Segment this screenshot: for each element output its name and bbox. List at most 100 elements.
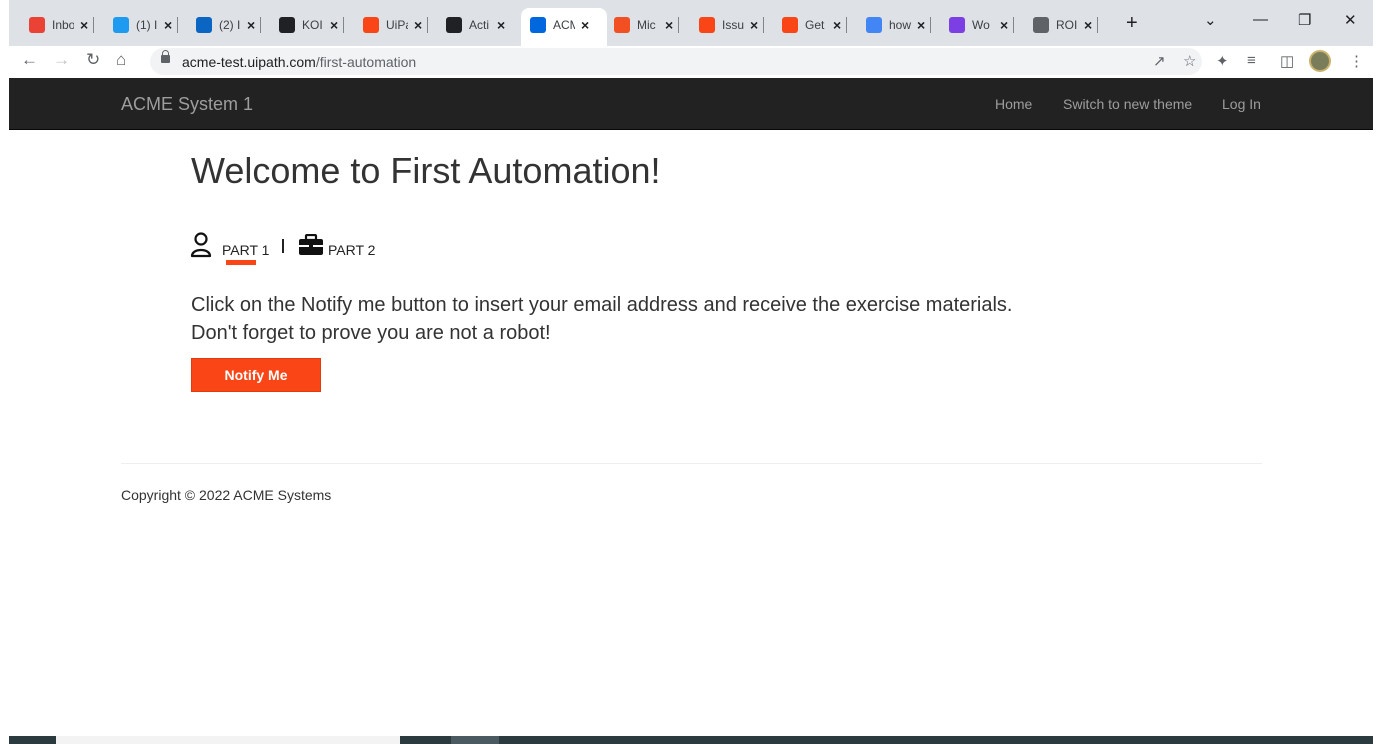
close-tab-icon[interactable]: × xyxy=(414,17,422,33)
side-panel-icon[interactable]: ◫ xyxy=(1280,52,1294,70)
close-tab-icon[interactable]: × xyxy=(330,17,338,33)
close-tab-icon[interactable]: × xyxy=(497,17,505,33)
browser-tab-title: UiPa xyxy=(386,18,408,32)
browser-tab[interactable]: (1) I × xyxy=(113,13,179,37)
browser-tab[interactable]: UiPa × xyxy=(363,13,429,37)
tab-separator xyxy=(1097,17,1099,33)
browser-tab-title: Wo xyxy=(972,18,990,32)
windows-icon xyxy=(949,17,965,33)
linkedin-icon xyxy=(196,17,212,33)
browser-tab[interactable]: how × xyxy=(866,13,932,37)
browser-tab[interactable]: Inbo × xyxy=(29,13,95,37)
reading-list-icon[interactable]: ≡ xyxy=(1247,52,1256,69)
instructions-line-1: Click on the Notify me button to insert … xyxy=(191,294,1013,316)
close-tab-icon[interactable]: × xyxy=(1000,17,1008,33)
tab-separator xyxy=(177,17,179,33)
browser-tab[interactable]: Get × xyxy=(782,13,848,37)
browser-tab[interactable]: (2) I × xyxy=(196,13,262,37)
nav-switch-theme-link[interactable]: Switch to new theme xyxy=(1063,96,1192,112)
lock-icon[interactable] xyxy=(161,50,170,63)
close-tab-icon[interactable]: × xyxy=(917,17,925,33)
taskbar-search-box[interactable] xyxy=(56,736,400,744)
tab-separator xyxy=(846,17,848,33)
browser-tab-title: Mic xyxy=(637,18,656,32)
address-bar[interactable]: acme-test.uipath.com/first-automation ↗ … xyxy=(150,48,1202,75)
forward-arrow-icon[interactable]: → xyxy=(53,50,70,70)
os-taskbar xyxy=(9,736,1373,744)
gmail-icon xyxy=(29,17,45,33)
home-icon[interactable]: ⌂ xyxy=(116,50,126,70)
profile-avatar[interactable] xyxy=(1309,50,1331,72)
browser-tab-title: how xyxy=(889,18,911,32)
site-brand[interactable]: ACME System 1 xyxy=(121,94,253,115)
close-tab-icon[interactable]: × xyxy=(750,17,758,33)
browser-tab[interactable]: ROI × xyxy=(1033,13,1099,37)
briefcase-icon[interactable] xyxy=(298,234,324,256)
minimize-button[interactable]: — xyxy=(1253,11,1268,28)
close-tab-icon[interactable]: × xyxy=(665,17,673,33)
close-tab-icon[interactable]: × xyxy=(1084,17,1092,33)
browser-tab-strip: Inbo×(1) I×(2) I×KOI×UiPa×Acti×ACM×Mic×I… xyxy=(9,0,1373,46)
browser-tab-title: Acti xyxy=(469,18,490,32)
bookmark-star-icon[interactable]: ☆ xyxy=(1183,52,1196,70)
instructions-line-2: Don't forget to prove you are not a robo… xyxy=(191,322,551,344)
browser-tab[interactable]: KOI × xyxy=(279,13,345,37)
browser-tab-title: (1) I xyxy=(136,18,158,32)
page-title: Welcome to First Automation! xyxy=(191,150,661,191)
instructions: Click on the Notify me button to insert … xyxy=(191,291,1012,347)
tab-separator xyxy=(678,17,680,33)
browser-tab[interactable]: ACM × xyxy=(530,13,589,37)
globe-icon xyxy=(1033,17,1049,33)
active-part-indicator xyxy=(226,260,256,265)
taskbar-app-button[interactable] xyxy=(451,736,499,744)
part1-tab[interactable]: PART 1 xyxy=(222,242,269,258)
tab-separator xyxy=(763,17,765,33)
close-tab-icon[interactable]: × xyxy=(581,17,589,33)
uipath-icon xyxy=(530,17,546,33)
browser-toolbar: ← → ↻ ⌂ acme-test.uipath.com/first-autom… xyxy=(9,46,1373,78)
close-tab-icon[interactable]: × xyxy=(80,17,88,33)
browser-tab[interactable]: Issu × xyxy=(699,13,765,37)
close-tab-icon[interactable]: × xyxy=(247,17,255,33)
uipath-icon xyxy=(363,17,379,33)
browser-tab-title: ACM xyxy=(553,18,575,32)
site-navbar: ACME System 1 Home Switch to new theme L… xyxy=(9,78,1373,130)
tab-separator xyxy=(1013,17,1015,33)
twitter-icon xyxy=(113,17,129,33)
restore-button[interactable]: ❐ xyxy=(1298,11,1311,29)
reload-icon[interactable]: ↻ xyxy=(86,50,100,70)
user-icon[interactable] xyxy=(190,232,212,258)
close-tab-icon[interactable]: × xyxy=(164,17,172,33)
notify-me-button[interactable]: Notify Me xyxy=(191,358,321,392)
browser-tab-title: KOI xyxy=(302,18,323,32)
tab-separator xyxy=(343,17,345,33)
nav-home-link[interactable]: Home xyxy=(995,96,1032,112)
github-icon xyxy=(446,17,462,33)
copyright-text: Copyright © 2022 ACME Systems xyxy=(121,487,332,503)
browser-tab[interactable]: Mic × xyxy=(614,13,680,37)
url-domain: acme-test.uipath.com xyxy=(182,54,316,70)
tab-separator xyxy=(260,17,262,33)
extensions-puzzle-icon[interactable]: ✦ xyxy=(1216,52,1229,70)
new-tab-button[interactable]: + xyxy=(1126,12,1138,35)
close-window-button[interactable]: ✕ xyxy=(1344,11,1357,29)
tab-separator xyxy=(427,17,429,33)
edit-icon xyxy=(279,17,295,33)
browser-tab[interactable]: Wo × xyxy=(949,13,1015,37)
tab-separator xyxy=(93,17,95,33)
nav-login-link[interactable]: Log In xyxy=(1222,96,1261,112)
browser-tab-title: Inbo xyxy=(52,18,74,32)
browser-tab-title: (2) I xyxy=(219,18,241,32)
tab-search-chevron-icon[interactable]: ⌄ xyxy=(1204,11,1217,29)
back-arrow-icon[interactable]: ← xyxy=(21,50,38,70)
menu-kebab-icon[interactable]: ⋮ xyxy=(1349,52,1364,70)
part2-tab[interactable]: PART 2 xyxy=(328,242,375,258)
browser-tab-title: Get xyxy=(805,18,825,32)
browser-tab-title: Issu xyxy=(722,18,744,32)
parts-divider xyxy=(282,239,284,253)
close-tab-icon[interactable]: × xyxy=(833,17,841,33)
browser-tab-title: ROI xyxy=(1056,18,1078,32)
tab-separator xyxy=(930,17,932,33)
share-icon[interactable]: ↗ xyxy=(1153,52,1166,70)
browser-tab[interactable]: Acti × xyxy=(446,13,505,37)
